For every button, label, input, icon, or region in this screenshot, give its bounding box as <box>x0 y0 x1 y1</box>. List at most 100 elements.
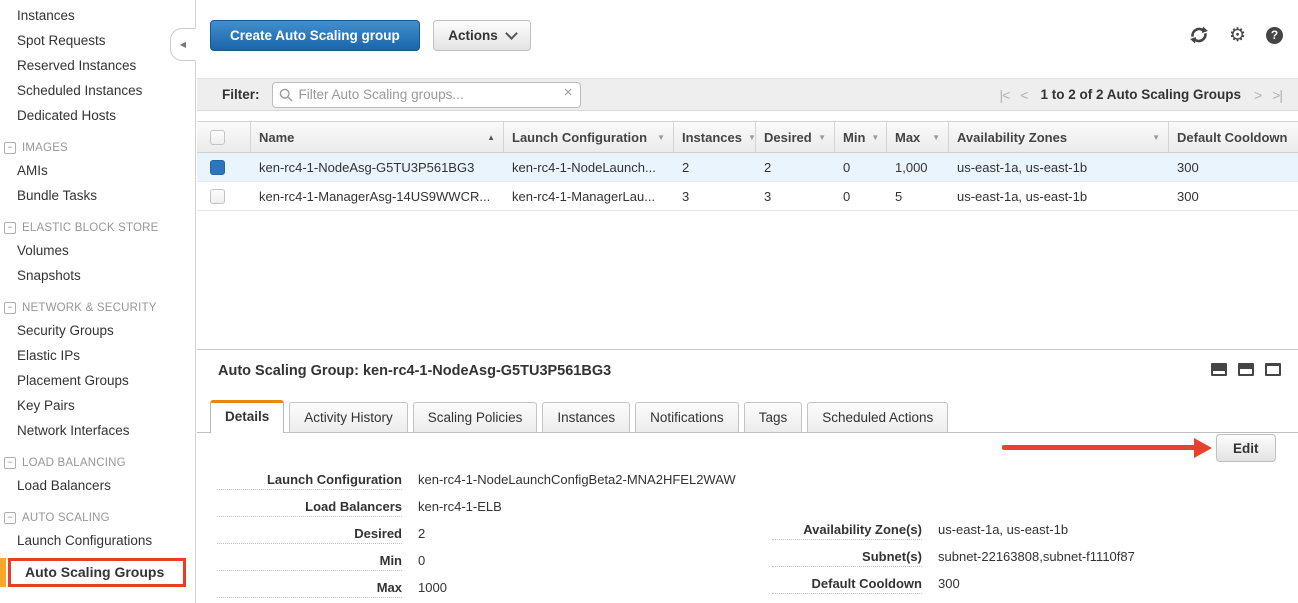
section-label: NETWORK & SECURITY <box>22 302 157 314</box>
collapse-section-icon[interactable]: − <box>4 222 16 234</box>
column-header-label: Default Cooldown <box>1177 130 1288 145</box>
sidebar-item-snapshots[interactable]: Snapshots <box>0 263 195 288</box>
field-value: 0 <box>418 553 425 568</box>
sidebar-item-network-interfaces[interactable]: Network Interfaces <box>0 418 195 443</box>
sidebar-item-auto-scaling-groups[interactable]: Auto Scaling Groups <box>0 558 195 587</box>
collapse-section-icon[interactable]: − <box>4 457 16 469</box>
main-content: Create Auto Scaling group Actions ⚙ ? Fi… <box>197 0 1298 603</box>
sidebar-item-label: Launch Configurations <box>17 533 152 548</box>
panel-layout-controls <box>1211 363 1281 376</box>
refresh-icon[interactable] <box>1189 25 1209 45</box>
search-icon <box>279 88 293 102</box>
sidebar-item-instances[interactable]: Instances <box>0 3 195 28</box>
sidebar-item-security-groups[interactable]: Security Groups <box>0 318 195 343</box>
filter-input[interactable] <box>272 82 581 108</box>
column-header-name[interactable]: Name▲ <box>251 122 504 152</box>
sidebar-collapse-button[interactable]: ◀ <box>170 28 196 61</box>
panel-maximize-icon[interactable] <box>1265 363 1281 376</box>
tab-scheduled-actions[interactable]: Scheduled Actions <box>807 402 948 432</box>
sidebar-section-auto-scaling: −AUTO SCALING <box>0 498 195 528</box>
sidebar-item-placement-groups[interactable]: Placement Groups <box>0 368 195 393</box>
table-row[interactable]: ken-rc4-1-NodeAsg-G5TU3P561BG3ken-rc4-1-… <box>197 153 1298 182</box>
table-row[interactable]: ken-rc4-1-ManagerAsg-14US9WWCR...ken-rc4… <box>197 182 1298 211</box>
cell-availability-zones: us-east-1a, us-east-1b <box>949 153 1169 181</box>
sidebar-item-label: Network Interfaces <box>17 423 130 438</box>
collapse-section-icon[interactable]: − <box>4 302 16 314</box>
table-header-row: Name▲Launch Configuration▼Instances▼Desi… <box>197 121 1298 153</box>
panel-minimize-icon[interactable] <box>1211 363 1227 376</box>
sort-down-icon: ▼ <box>657 133 665 142</box>
sidebar-item-volumes[interactable]: Volumes <box>0 238 195 263</box>
collapse-section-icon[interactable]: − <box>4 142 16 154</box>
gear-icon[interactable]: ⚙ <box>1229 26 1246 45</box>
field-label[interactable]: Min <box>217 553 402 571</box>
field-label[interactable]: Max <box>217 580 402 598</box>
sidebar-item-launch-configurations[interactable]: Launch Configurations <box>0 528 195 553</box>
sidebar-item-reserved-instances[interactable]: Reserved Instances <box>0 53 195 78</box>
tab-instances[interactable]: Instances <box>542 402 630 432</box>
sidebar-item-label: Security Groups <box>17 323 114 338</box>
edit-button[interactable]: Edit <box>1216 434 1276 462</box>
clear-filter-icon[interactable]: × <box>564 84 573 101</box>
tab-activity-history[interactable]: Activity History <box>289 402 408 432</box>
column-header-default-cooldown[interactable]: Default Cooldown <box>1169 122 1298 152</box>
column-header-availability-zones[interactable]: Availability Zones▼ <box>949 122 1169 152</box>
table-body: ken-rc4-1-NodeAsg-G5TU3P561BG3ken-rc4-1-… <box>197 153 1298 211</box>
sidebar-item-elastic-ips[interactable]: Elastic IPs <box>0 343 195 368</box>
first-page-button[interactable]: |< <box>999 87 1009 103</box>
sidebar-item-key-pairs[interactable]: Key Pairs <box>0 393 195 418</box>
collapse-section-icon[interactable]: − <box>4 512 16 524</box>
sidebar: Instances Spot Requests Reserved Instances… <box>0 0 196 603</box>
tab-details[interactable]: Details <box>210 400 284 433</box>
last-page-button[interactable]: >| <box>1272 87 1282 103</box>
sidebar-item-label: Spot Requests <box>17 33 106 48</box>
cell-max: 1,000 <box>887 153 949 181</box>
tab-notifications[interactable]: Notifications <box>635 402 739 432</box>
sidebar-item-amis[interactable]: AMIs <box>0 158 195 183</box>
field-label[interactable]: Subnet(s) <box>772 549 922 567</box>
column-header-instances[interactable]: Instances▼ <box>674 122 756 152</box>
field-label[interactable]: Desired <box>217 526 402 544</box>
row-checkbox[interactable] <box>210 160 225 175</box>
column-header-label: Desired <box>764 130 812 145</box>
annotation-arrow-head-icon <box>1194 438 1212 458</box>
field-label[interactable]: Launch Configuration <box>217 472 402 490</box>
search-box: × <box>272 82 581 108</box>
sidebar-item-dedicated-hosts[interactable]: Dedicated Hosts <box>0 103 195 128</box>
ec2-console: Instances Spot Requests Reserved Instances… <box>0 0 1298 603</box>
column-header-launch-configuration[interactable]: Launch Configuration▼ <box>504 122 674 152</box>
sidebar-item-load-balancers[interactable]: Load Balancers <box>0 473 195 498</box>
tab-scaling-policies[interactable]: Scaling Policies <box>413 402 538 432</box>
cell-instances: 2 <box>674 153 756 181</box>
field-label[interactable]: Default Cooldown <box>772 576 922 594</box>
pagination-status: 1 to 2 of 2 Auto Scaling Groups <box>1040 87 1241 102</box>
sidebar-item-label: AMIs <box>17 163 48 178</box>
select-all-checkbox[interactable] <box>210 130 225 145</box>
field-label[interactable]: Availability Zone(s) <box>772 522 922 540</box>
next-page-button[interactable]: > <box>1254 87 1261 103</box>
column-header-desired[interactable]: Desired▼ <box>756 122 835 152</box>
actions-button[interactable]: Actions <box>433 20 531 51</box>
collapse-left-icon: ◀ <box>180 40 186 49</box>
column-header-min[interactable]: Min▼ <box>835 122 887 152</box>
sidebar-nav-list: Instances Spot Requests Reserved Instances… <box>0 3 195 587</box>
prev-page-button[interactable]: < <box>1020 87 1027 103</box>
tab-tags[interactable]: Tags <box>744 402 803 432</box>
detail-fields-left: Launch Configurationken-rc4-1-NodeLaunch… <box>217 472 736 603</box>
chevron-down-icon <box>505 27 518 40</box>
row-checkbox[interactable] <box>210 189 225 204</box>
sidebar-item-scheduled-instances[interactable]: Scheduled Instances <box>0 78 195 103</box>
help-icon[interactable]: ? <box>1266 27 1283 44</box>
field-label[interactable]: Load Balancers <box>217 499 402 517</box>
panel-split-icon[interactable] <box>1238 363 1254 376</box>
sidebar-item-bundle-tasks[interactable]: Bundle Tasks <box>0 183 195 208</box>
create-auto-scaling-group-button[interactable]: Create Auto Scaling group <box>210 20 420 51</box>
sidebar-item-label: Load Balancers <box>17 478 111 493</box>
detail-tabs: DetailsActivity HistoryScaling PoliciesI… <box>197 400 1298 433</box>
sidebar-item-spot-requests[interactable]: Spot Requests <box>0 28 195 53</box>
filter-bar: Filter: × |< < 1 to 2 of 2 Auto Scaling … <box>197 78 1298 111</box>
sidebar-item-label: Scheduled Instances <box>17 83 142 98</box>
cell-desired: 3 <box>756 182 835 210</box>
column-header-max[interactable]: Max▼ <box>887 122 949 152</box>
sidebar-section-elastic-block-store: −ELASTIC BLOCK STORE <box>0 208 195 238</box>
